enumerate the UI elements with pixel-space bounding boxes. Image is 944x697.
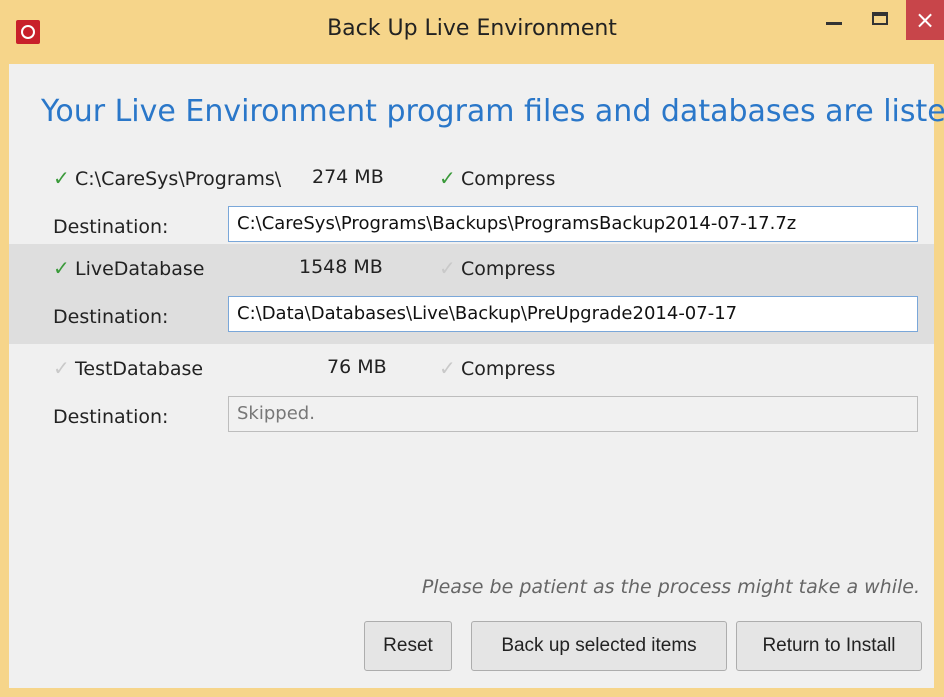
patience-note: Please be patient as the process might t… [421, 576, 920, 598]
item-row-programs: ✓ C:\CareSys\Programs\ 274 MB ✓ Compress D… [9, 154, 934, 254]
item-name: C:\CareSys\Programs\ [75, 168, 282, 190]
check-icon: ✓ [439, 356, 456, 380]
programs-checkbox[interactable]: ✓ C:\CareSys\Programs\ [53, 166, 281, 190]
testdatabase-checkbox[interactable]: ✓ TestDatabase [53, 356, 203, 380]
compress-checkbox[interactable]: ✓ Compress [439, 256, 555, 280]
title-bar[interactable]: Back Up Live Environment × [0, 0, 944, 64]
check-icon: ✓ [53, 166, 70, 190]
compress-checkbox[interactable]: ✓ Compress [439, 356, 555, 380]
check-icon: ✓ [439, 166, 456, 190]
item-name: TestDatabase [75, 358, 204, 380]
compress-label: Compress [461, 258, 556, 280]
destination-field: Skipped. [228, 396, 918, 432]
item-size: 274 MB [312, 166, 384, 188]
check-icon: ✓ [53, 256, 70, 280]
destination-label: Destination: [53, 406, 169, 428]
destination-field[interactable]: C:\CareSys\Programs\Backups\ProgramsBack… [228, 206, 918, 242]
compress-label: Compress [461, 168, 556, 190]
livedatabase-checkbox[interactable]: ✓ LiveDatabase [53, 256, 204, 280]
content-area: Your Live Environment program files and … [9, 64, 944, 688]
close-button[interactable]: × [906, 0, 944, 40]
destination-label: Destination: [53, 216, 169, 238]
app-window: Back Up Live Environment × Your Live Env… [0, 0, 944, 697]
compress-label: Compress [461, 358, 556, 380]
item-name: LiveDatabase [75, 258, 205, 280]
check-icon: ✓ [53, 356, 70, 380]
item-size: 1548 MB [299, 256, 383, 278]
backup-selected-button[interactable]: Back up selected items [471, 621, 727, 671]
reset-button[interactable]: Reset [364, 621, 452, 671]
compress-checkbox[interactable]: ✓ Compress [439, 166, 555, 190]
item-size: 76 MB [327, 356, 387, 378]
destination-label: Destination: [53, 306, 169, 328]
check-icon: ✓ [439, 256, 456, 280]
page-heading: Your Live Environment program files and … [41, 94, 944, 129]
return-to-install-button[interactable]: Return to Install [736, 621, 922, 671]
minimize-button[interactable] [812, 0, 858, 40]
item-row-testdatabase: ✓ TestDatabase 76 MB ✓ Compress Destinatio… [9, 344, 934, 444]
window-title: Back Up Live Environment [327, 16, 617, 41]
maximize-button[interactable] [860, 0, 906, 40]
destination-field[interactable]: C:\Data\Databases\Live\Backup\PreUpgrade… [228, 296, 918, 332]
item-row-livedatabase: ✓ LiveDatabase 1548 MB ✓ Compress Destinat… [9, 244, 934, 344]
